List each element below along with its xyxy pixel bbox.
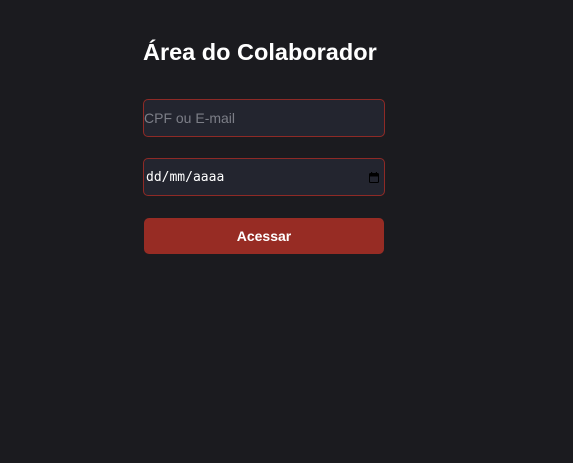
login-field[interactable] — [143, 99, 385, 137]
birthdate-input[interactable]: dd/mm/aaaa — [144, 170, 224, 185]
cpf-email-input[interactable] — [144, 100, 384, 136]
page-title: Área do Colaborador — [143, 39, 377, 65]
birthdate-field[interactable]: dd/mm/aaaa — [143, 158, 385, 196]
calendar-icon[interactable] — [369, 172, 379, 183]
login-form: Área do Colaborador dd/mm/aaaa Acessar — [143, 36, 385, 254]
access-button[interactable]: Acessar — [144, 218, 384, 254]
